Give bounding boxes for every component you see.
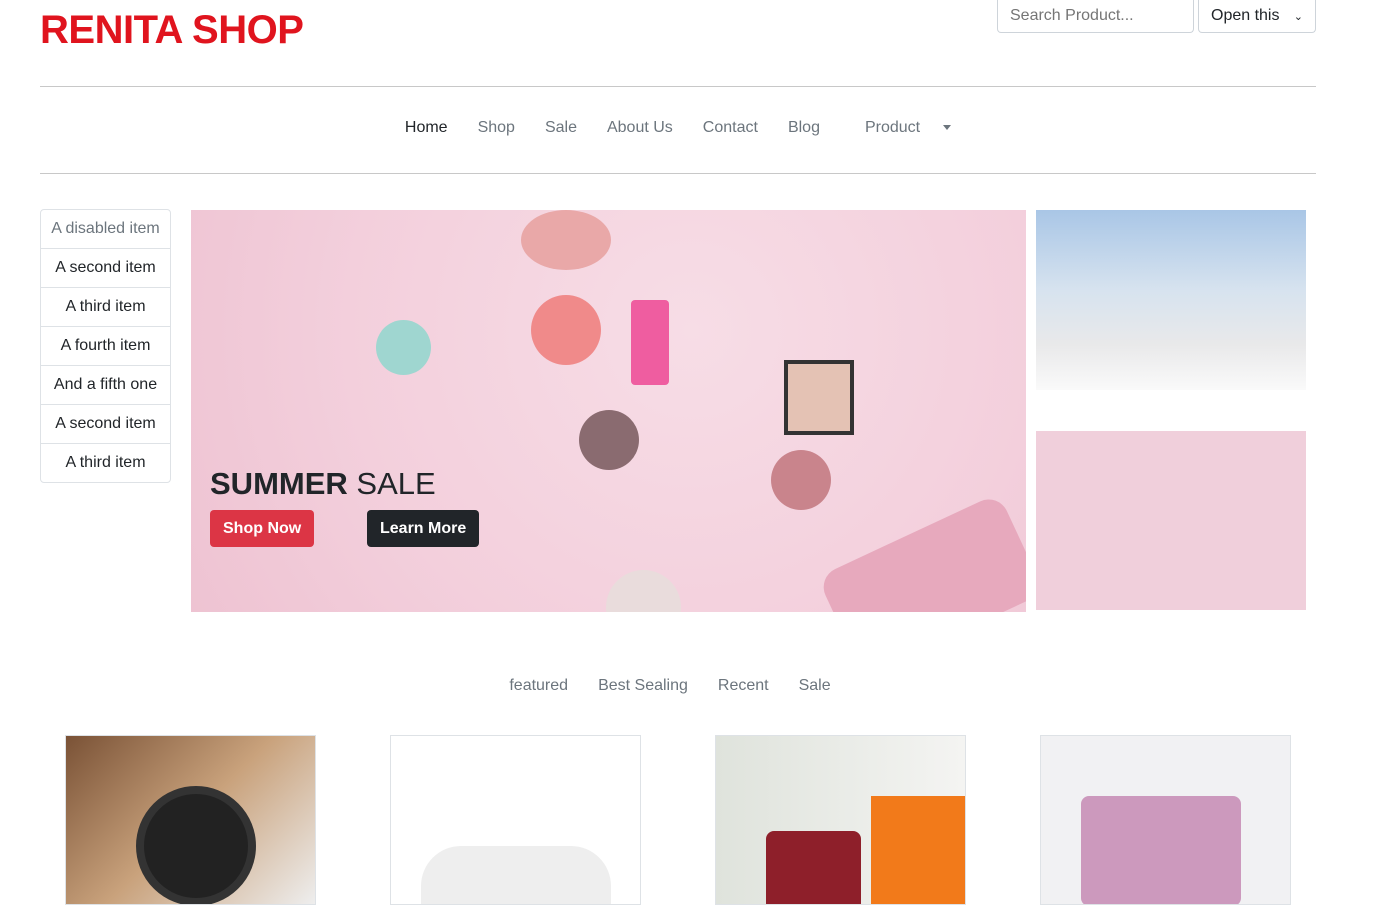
chevron-down-icon: ⌄ xyxy=(1293,10,1303,23)
product-image-shoe[interactable] xyxy=(390,735,641,905)
hero-title: SUMMER SALE xyxy=(210,466,436,502)
tab-sale[interactable]: Sale xyxy=(784,677,846,695)
divider xyxy=(40,173,1316,174)
hero-title-bold: SUMMER xyxy=(210,466,348,501)
list-item[interactable]: A second item xyxy=(41,249,170,288)
nav-about[interactable]: About Us xyxy=(592,119,688,137)
tab-best-sealing[interactable]: Best Sealing xyxy=(583,677,703,695)
learn-more-button[interactable]: Learn More xyxy=(367,510,480,547)
cosmetics-image xyxy=(1036,210,1306,390)
list-item[interactable]: A fourth item xyxy=(41,327,170,366)
list-item[interactable]: A third item xyxy=(41,444,170,482)
select-value: Open this xyxy=(1211,7,1280,24)
shop-now-button[interactable]: Shop Now xyxy=(210,510,315,547)
product-image-purse[interactable] xyxy=(1040,735,1291,905)
nav-shop[interactable]: Shop xyxy=(463,119,530,137)
tab-recent[interactable]: Recent xyxy=(703,677,784,695)
divider xyxy=(40,86,1316,87)
nav-sale[interactable]: Sale xyxy=(530,119,592,137)
select-dropdown[interactable]: Open this ⌄ xyxy=(1198,0,1316,33)
nav-product-dropdown[interactable]: Product xyxy=(835,119,966,137)
list-item: A disabled item xyxy=(41,210,170,249)
hero-title-rest: SALE xyxy=(356,466,436,501)
nav-home[interactable]: Home xyxy=(390,119,463,137)
main-nav: Home Shop Sale About Us Contact Blog Pro… xyxy=(0,119,1356,137)
search-input[interactable] xyxy=(997,0,1194,33)
nav-product-label: Product xyxy=(864,119,921,136)
hero-banner: SUMMER SALE Shop Now Learn More xyxy=(191,210,1026,612)
nav-contact[interactable]: Contact xyxy=(688,119,773,137)
logo[interactable]: RENITA SHOP xyxy=(40,8,304,53)
list-item[interactable]: And a fifth one xyxy=(41,366,170,405)
product-image-handbag[interactable] xyxy=(715,735,966,905)
sidebar-list: A disabled item A second item A third it… xyxy=(40,209,171,483)
caret-down-icon xyxy=(943,125,952,131)
makeup-flatlay-image xyxy=(1036,431,1306,610)
product-image-watch[interactable] xyxy=(65,735,316,905)
list-item[interactable]: A second item xyxy=(41,405,170,444)
tab-featured[interactable]: featured xyxy=(494,677,583,695)
list-item[interactable]: A third item xyxy=(41,288,170,327)
product-tabs: featured Best Sealing Recent Sale xyxy=(0,677,1340,695)
nav-blog[interactable]: Blog xyxy=(773,119,835,137)
